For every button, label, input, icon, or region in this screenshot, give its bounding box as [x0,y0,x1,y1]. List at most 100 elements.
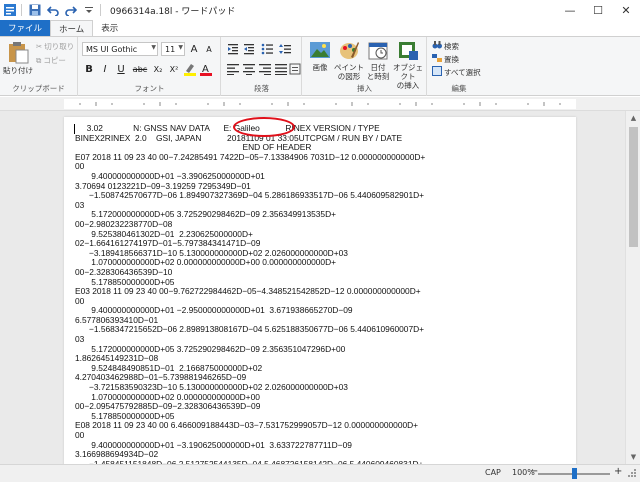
undo-icon[interactable] [45,2,61,18]
grow-font-button[interactable]: A [187,42,201,56]
zoom-in-button[interactable]: + [614,466,622,477]
font-size-select[interactable]: 11 ▼ [161,42,185,56]
minimize-button[interactable]: — [556,0,584,20]
align-right-icon[interactable] [258,62,272,76]
zoom-out-button[interactable]: − [530,466,538,477]
replace-label: 置換 [444,54,459,64]
zoom-slider-thumb[interactable] [571,468,577,479]
bullet-list-icon[interactable] [260,42,274,56]
scroll-thumb[interactable] [629,127,638,247]
find-button[interactable]: 検索 [432,40,459,52]
window-title: 0966314a.18l - ワードパッド [110,6,236,17]
tab-home[interactable]: ホーム [50,20,94,36]
select-all-icon [432,66,442,78]
select-all-label: すべて選択 [444,67,481,77]
superscript-button[interactable]: X² [167,62,181,76]
status-bar: CAP 100% − + [0,464,640,482]
ruler-paper [64,99,576,109]
save-icon[interactable] [27,2,43,18]
bold-button[interactable]: B [82,62,96,76]
insert-datetime-button[interactable]: 日付 と時刻 [365,39,391,81]
datetime-label-line2: と時刻 [366,72,390,81]
vertical-scrollbar[interactable]: ▲ ▼ [625,111,640,464]
scroll-down-arrow-icon[interactable]: ▼ [626,450,640,464]
caps-lock-indicator: CAP [485,468,501,477]
document-line: −1.508742570677D−06 1.894907327369D−04 5… [75,190,425,201]
font-group: MS UI Gothic ▼ 11 ▼ A A B I U abc X₂ X² … [79,37,221,96]
font-group-label: フォント [134,84,165,93]
subscript-button[interactable]: X₂ [151,62,165,76]
horizontal-ruler[interactable] [0,97,640,111]
font-family-select[interactable]: MS UI Gothic ▼ [82,42,158,56]
paragraph-settings-icon[interactable] [288,62,302,76]
maximize-button[interactable]: ☐ [584,0,612,20]
font-color-icon[interactable]: A [199,62,213,76]
copy-label: コピー [43,56,66,65]
paste-label: 貼り付け [3,66,33,75]
ribbon: 貼り付け ✂ 切り取り ⧉ コピー クリップボード MS UI Gothic ▼… [0,36,640,96]
document-line: E03 2018 11 09 23 40 00−9.762722984462D−… [75,286,421,297]
close-button[interactable]: ✕ [612,0,640,20]
ribbon-tabs: ファイル ホーム 表示 [0,20,640,36]
object-icon [397,39,419,63]
copy-button[interactable]: ⧉ コピー [36,55,66,66]
justify-icon[interactable] [274,62,288,76]
clipboard-group: 貼り付け ✂ 切り取り ⧉ コピー クリップボード [0,37,78,96]
insert-paint-drawing-button[interactable]: ペイント の図形 [334,39,364,81]
highlight-icon[interactable] [183,62,197,76]
insert-picture-button[interactable]: 画像 [306,39,334,72]
resize-grip-icon[interactable] [628,469,637,480]
quick-access-separator [21,4,22,16]
chevron-down-icon: ▼ [151,44,156,51]
annotation-highlight-ellipse [233,117,295,137]
clipboard-group-label: クリップボード [12,84,65,93]
increase-indent-icon[interactable] [242,42,256,56]
picture-icon [309,39,331,63]
scroll-up-arrow-icon[interactable]: ▲ [626,111,640,125]
ruler-ticks [79,102,561,106]
document-line: E08 2018 11 09 23 40 00 6.466009188443D−… [75,420,419,431]
find-label: 検索 [444,41,459,51]
font-family-value: MS UI Gothic [86,44,138,54]
document-line: −1.568347215652D−06 2.898913808167D−04 5… [75,324,425,335]
paste-button[interactable]: 貼り付け [3,40,33,75]
redo-icon[interactable] [63,2,79,18]
chevron-down-icon: ▼ [178,44,183,51]
decrease-indent-icon[interactable] [226,42,240,56]
paragraph-group: 段落 [222,37,302,96]
align-left-icon[interactable] [226,62,240,76]
select-all-button[interactable]: すべて選択 [432,66,481,78]
replace-button[interactable]: 置換 [432,53,459,65]
scissors-icon: ✂ [36,42,43,51]
align-center-icon[interactable] [242,62,256,76]
window-controls: — ☐ ✕ [556,0,640,20]
paint-palette-icon [338,39,360,63]
italic-button[interactable]: I [98,62,112,76]
document-area[interactable]: 3.02 N: GNSS NAV DATA E: Galileo RINEX V… [0,111,625,464]
paste-icon [6,40,30,66]
object-label-line1: オブジェクト [393,63,423,81]
datetime-label-line1: 日付 [370,63,386,72]
calendar-icon [367,39,389,63]
binoculars-icon [432,40,442,52]
customize-quick-access-icon[interactable] [81,2,97,18]
shrink-font-button[interactable]: A [202,42,216,56]
title-bar: 0966314a.18l - ワードパッド — ☐ ✕ [0,0,640,20]
tab-file[interactable]: ファイル [0,20,51,36]
tab-view[interactable]: 表示 [93,20,126,36]
insert-group-label: 挿入 [357,84,372,93]
paragraph-group-label: 段落 [254,84,269,93]
cut-button[interactable]: ✂ 切り取り [36,41,74,52]
replace-icon [432,53,442,65]
editing-group-label: 編集 [451,84,467,93]
underline-button[interactable]: U [114,62,128,76]
paint-label-line1: ペイント [334,63,364,72]
document-text[interactable]: 3.02 N: GNSS NAV DATA E: Galileo RINEX V… [75,123,425,464]
line-spacing-icon[interactable] [278,42,292,56]
font-size-value: 11 [165,44,176,54]
editing-group: 検索 置換 すべて選択 編集 [428,37,490,96]
copy-icon: ⧉ [36,55,42,65]
cut-label: 切り取り [44,42,75,51]
wordpad-app-icon[interactable] [2,2,18,18]
strikethrough-button[interactable]: abc [130,62,150,76]
